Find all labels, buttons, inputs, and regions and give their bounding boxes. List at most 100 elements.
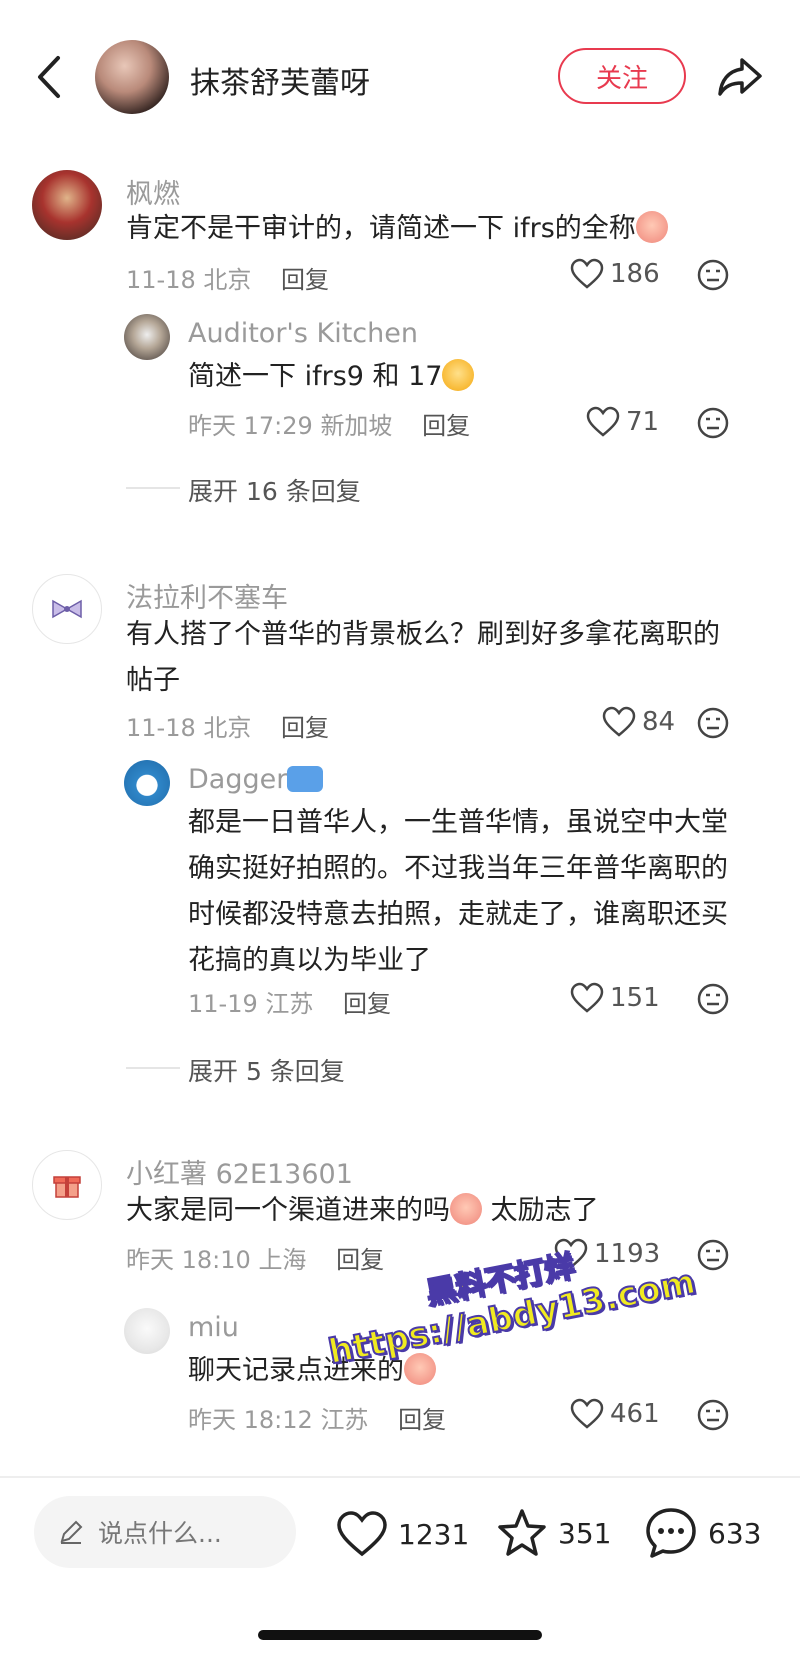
comment-date: 11-18 xyxy=(126,266,196,294)
post-like-count: 1231 xyxy=(398,1517,470,1551)
reply-button[interactable]: 回复 xyxy=(281,266,329,294)
emoji-icon xyxy=(450,1193,482,1225)
comment-date: 11-18 xyxy=(126,714,196,742)
comment-text-content: 大家是同一个渠道进来的吗 xyxy=(126,1195,450,1226)
comment-text-content: 太励志了 xyxy=(482,1195,599,1226)
star-icon xyxy=(498,1509,546,1556)
dislike-icon[interactable] xyxy=(696,258,730,292)
post-like-button[interactable]: 1231 xyxy=(336,1510,469,1558)
heart-icon xyxy=(570,982,604,1013)
back-chevron-icon[interactable] xyxy=(34,54,64,100)
reply-text[interactable]: 简述一下 ifrs9 和 17 xyxy=(188,354,475,400)
comment-meta: 11-18 北京 回复 xyxy=(126,260,329,295)
share-icon[interactable] xyxy=(716,54,764,100)
user-avatar[interactable] xyxy=(124,760,170,806)
comment-location: 北京 xyxy=(203,266,252,294)
home-indicator xyxy=(258,1630,542,1640)
reply-button[interactable]: 回复 xyxy=(398,1406,446,1434)
emoji-icon xyxy=(635,211,668,243)
reply-text-line: 确实挺好拍照的。不过我当年三年普华离职的 xyxy=(188,853,728,884)
like-button[interactable]: 461 xyxy=(570,1398,660,1430)
user-avatar[interactable] xyxy=(32,574,102,644)
post-star-button[interactable]: 351 xyxy=(496,1508,611,1558)
reply-username[interactable]: Dagger xyxy=(188,764,324,795)
reply-username-text: Dagger xyxy=(188,764,288,795)
expand-divider xyxy=(126,1067,180,1069)
comment-date: 昨天 18:10 xyxy=(126,1246,251,1274)
expand-replies-button[interactable]: 展开 5 条回复 xyxy=(188,1052,345,1088)
comment-text[interactable]: 大家是同一个渠道进来的吗 太励志了 xyxy=(126,1188,599,1234)
expand-divider xyxy=(126,487,180,489)
author-avatar[interactable] xyxy=(95,40,169,114)
heart-icon xyxy=(337,1511,387,1557)
comment-meta: 11-18 北京 回复 xyxy=(126,708,329,743)
dislike-icon[interactable] xyxy=(696,706,730,740)
comment-location: 北京 xyxy=(203,714,252,742)
reply-date: 11-19 xyxy=(188,990,258,1018)
post-comment-count: 633 xyxy=(708,1516,762,1550)
gift-icon xyxy=(53,1176,81,1198)
reply-location: 江苏 xyxy=(265,990,314,1018)
like-count: 84 xyxy=(642,707,676,737)
heart-icon xyxy=(602,706,636,737)
comment-text[interactable]: 有人搭了个普华的背景板么？刷到好多拿花离职的 帖子 xyxy=(126,612,720,704)
comment-location: 上海 xyxy=(258,1246,307,1274)
user-avatar[interactable] xyxy=(32,170,102,240)
reply-location: 江苏 xyxy=(320,1406,369,1434)
author-name[interactable]: 抹茶舒芙蕾呀 xyxy=(190,58,370,102)
reply-button[interactable]: 回复 xyxy=(281,714,329,742)
dislike-icon[interactable] xyxy=(696,406,730,440)
bottom-divider xyxy=(0,1476,800,1478)
heart-icon xyxy=(570,258,604,289)
reply-button[interactable]: 回复 xyxy=(343,990,391,1018)
emoji-icon xyxy=(404,1353,436,1385)
like-button[interactable]: 71 xyxy=(586,406,659,438)
reply-meta: 11-19 江苏 回复 xyxy=(188,984,391,1019)
dislike-icon[interactable] xyxy=(696,1238,730,1272)
comment-text-content: 肯定不是干审计的，请简述一下 ifrs的全称 xyxy=(126,213,636,244)
user-avatar[interactable] xyxy=(124,314,170,360)
reply-text-line: 时候都没特意去拍照，走就走了，谁离职还买 xyxy=(188,899,728,930)
user-avatar[interactable] xyxy=(124,1308,170,1354)
emoji-icon xyxy=(442,359,475,391)
like-count: 461 xyxy=(610,1399,660,1429)
comment-input-placeholder: 说点什么... xyxy=(98,1519,222,1548)
comment-username[interactable]: 小红薯 62E13601 xyxy=(126,1152,353,1191)
comment-text-line: 有人搭了个普华的背景板么？刷到好多拿花离职的 xyxy=(126,619,720,650)
comment-input[interactable]: 说点什么... xyxy=(34,1496,296,1568)
reply-button[interactable]: 回复 xyxy=(422,412,470,440)
like-count: 186 xyxy=(610,259,660,289)
reply-date: 昨天 18:12 xyxy=(188,1406,313,1434)
follow-button[interactable]: 关注 xyxy=(558,48,686,104)
heart-icon xyxy=(570,1398,604,1429)
reply-meta: 昨天 17:29 新加坡 回复 xyxy=(188,406,470,441)
comment-text-line: 帖子 xyxy=(126,665,180,696)
comment-meta: 昨天 18:10 上海 回复 xyxy=(126,1240,384,1275)
reply-date: 昨天 17:29 xyxy=(188,412,313,440)
car-emoji-icon xyxy=(287,766,324,792)
like-button[interactable]: 151 xyxy=(570,982,660,1014)
reply-text-content: 简述一下 ifrs9 和 17 xyxy=(188,361,443,392)
like-button[interactable]: 186 xyxy=(570,258,660,290)
reply-text[interactable]: 都是一日普华人，一生普华情，虽说空中大堂 确实挺好拍照的。不过我当年三年普华离职… xyxy=(188,800,728,984)
reply-text-line: 都是一日普华人，一生普华情，虽说空中大堂 xyxy=(188,807,728,838)
reply-text-line: 花搞的真以为毕业了 xyxy=(188,945,431,976)
reply-meta: 昨天 18:12 江苏 回复 xyxy=(188,1400,446,1435)
like-count: 71 xyxy=(626,407,660,437)
dislike-icon[interactable] xyxy=(696,982,730,1016)
bow-icon xyxy=(52,599,82,619)
post-comment-button[interactable]: 633 xyxy=(644,1506,761,1560)
heart-icon xyxy=(586,406,620,437)
comment-text[interactable]: 肯定不是干审计的，请简述一下 ifrs的全称 xyxy=(126,206,668,252)
reply-username[interactable]: Auditor's Kitchen xyxy=(188,318,418,349)
like-button[interactable]: 84 xyxy=(602,706,675,738)
user-avatar[interactable] xyxy=(32,1150,102,1220)
reply-location: 新加坡 xyxy=(320,412,393,440)
comment-username[interactable]: 法拉利不塞车 xyxy=(126,576,288,615)
dislike-icon[interactable] xyxy=(696,1398,730,1432)
reply-username[interactable]: miu xyxy=(188,1312,239,1343)
expand-replies-button[interactable]: 展开 16 条回复 xyxy=(188,472,361,508)
comment-icon xyxy=(646,1508,696,1558)
reply-button[interactable]: 回复 xyxy=(336,1246,384,1274)
post-star-count: 351 xyxy=(558,1516,612,1550)
